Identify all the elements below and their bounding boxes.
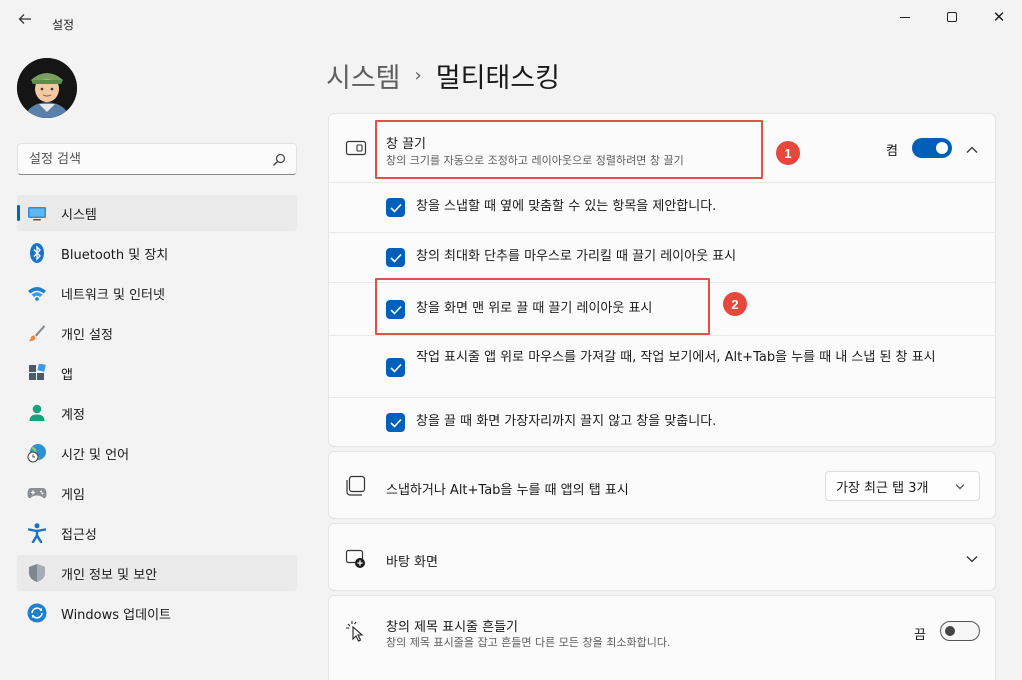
page-title: 멀티태스킹	[435, 63, 560, 94]
sidebar-item-label: 시간 및 언어	[61, 447, 130, 463]
snap-option-label: 창을 끌 때 화면 가장자리까지 끌지 않고 창을 맞춥니다.	[416, 414, 717, 429]
minimize-icon	[900, 16, 910, 18]
snap-option-label: 작업 표시줄 앱 위로 마우스를 가져갈 때, 작업 보기에서, Alt+Tab…	[416, 350, 936, 365]
shake-title: 창의 제목 표시줄 흔들기	[386, 620, 518, 635]
alt-tab-label: 스냅하거나 Alt+Tab을 누를 때 앱의 탭 표시	[386, 483, 629, 498]
globe-clock-icon	[27, 443, 47, 463]
system-monitor-icon	[27, 203, 47, 223]
desktops-icon	[345, 547, 367, 569]
show-snapped-windows-checkbox[interactable]	[386, 358, 405, 377]
paintbrush-icon	[27, 323, 47, 343]
bluetooth-icon	[27, 243, 47, 263]
sidebar-item-bluetooth[interactable]: Bluetooth 및 장치	[17, 235, 297, 271]
app-tabs-icon	[345, 475, 367, 497]
sidebar-item-windows-update[interactable]: Windows 업데이트	[17, 595, 297, 631]
snap-option-row: 창을 스냅할 때 옆에 맞춤할 수 있는 항목을 제안합니다.	[329, 182, 995, 232]
sidebar-item-privacy[interactable]: 개인 정보 및 보안	[17, 555, 297, 591]
snap-without-edge-checkbox[interactable]	[386, 413, 405, 432]
alt-tab-select-value: 가장 최근 탭 3개	[836, 480, 929, 496]
annotation-badge: 2	[723, 292, 747, 316]
sidebar-item-accounts[interactable]: 계정	[17, 395, 297, 431]
app-title: 설정	[52, 18, 75, 32]
annotation-box	[375, 278, 710, 335]
title-bar-shake-card: 창의 제목 표시줄 흔들기 창의 제목 표시줄을 잡고 흔들면 다른 모든 창을…	[328, 595, 996, 680]
alt-tab-card: 스냅하거나 Alt+Tab을 누를 때 앱의 탭 표시 가장 최근 탭 3개	[328, 451, 996, 519]
chevron-up-icon[interactable]	[965, 142, 979, 156]
snap-suggest-checkbox[interactable]	[386, 198, 405, 217]
gamepad-icon	[27, 483, 47, 503]
sidebar-item-time-language[interactable]: 시간 및 언어	[17, 435, 297, 471]
sidebar-item-label: Bluetooth 및 장치	[61, 247, 169, 263]
sidebar-item-label: 접근성	[61, 527, 97, 543]
desktops-label: 바탕 화면	[386, 555, 438, 570]
sidebar-item-label: 계정	[61, 407, 85, 423]
accessibility-icon	[27, 523, 47, 543]
sidebar-item-label: Windows 업데이트	[61, 607, 172, 623]
breadcrumb-separator: ›	[414, 65, 422, 86]
update-icon	[27, 603, 47, 623]
shield-icon	[27, 563, 47, 583]
breadcrumb-parent[interactable]: 시스템	[326, 56, 401, 95]
sidebar-nav: 시스템 Bluetooth 및 장치 네트워크 및 인터넷 개인 설정 앱 계정…	[17, 195, 297, 635]
sidebar-item-gaming[interactable]: 게임	[17, 475, 297, 511]
sidebar-item-accessibility[interactable]: 접근성	[17, 515, 297, 551]
search-box[interactable]	[17, 143, 297, 175]
alt-tab-select[interactable]: 가장 최근 탭 3개	[825, 471, 980, 501]
snap-option-row: 작업 표시줄 앱 위로 마우스를 가져갈 때, 작업 보기에서, Alt+Tab…	[329, 335, 995, 397]
chevron-down-icon[interactable]	[965, 551, 979, 565]
search-icon[interactable]	[272, 152, 286, 166]
sidebar-item-label: 시스템	[61, 207, 97, 223]
avatar[interactable]	[17, 58, 77, 118]
snap-option-label: 창의 최대화 단추를 마우스로 가리킬 때 끌기 레이아웃 표시	[416, 249, 737, 264]
chevron-down-icon	[954, 480, 968, 494]
person-icon	[27, 403, 47, 423]
sidebar-item-label: 개인 정보 및 보안	[61, 567, 158, 583]
sidebar-item-label: 게임	[61, 487, 85, 503]
sidebar-item-label: 네트워크 및 인터넷	[61, 287, 165, 303]
sidebar-item-apps[interactable]: 앱	[17, 355, 297, 391]
snap-window-icon	[345, 137, 367, 159]
shake-description: 창의 제목 표시줄을 잡고 흔들면 다른 모든 창을 최소화합니다.	[386, 636, 671, 649]
desktops-card[interactable]: 바탕 화면	[328, 523, 996, 591]
search-input[interactable]	[18, 144, 258, 174]
maximize-icon	[947, 12, 957, 22]
close-button[interactable]: ✕	[976, 0, 1022, 34]
shake-toggle[interactable]	[940, 621, 980, 641]
sidebar-item-personalization[interactable]: 개인 설정	[17, 315, 297, 351]
shake-cursor-icon	[345, 620, 367, 642]
close-icon: ✕	[992, 8, 1006, 26]
snap-option-label: 창을 스냅할 때 옆에 맞춤할 수 있는 항목을 제안합니다.	[416, 199, 717, 214]
sidebar-item-label: 앱	[61, 367, 73, 383]
shake-toggle-label: 끔	[914, 628, 926, 643]
snap-windows-toggle[interactable]	[912, 138, 952, 158]
sidebar-item-label: 개인 설정	[61, 327, 113, 343]
maximize-button[interactable]	[929, 0, 975, 34]
sidebar-item-system[interactable]: 시스템	[17, 195, 297, 231]
apps-icon	[27, 363, 47, 383]
minimize-button[interactable]	[882, 0, 928, 34]
sidebar-item-network[interactable]: 네트워크 및 인터넷	[17, 275, 297, 311]
arrow-left-icon[interactable]	[12, 8, 38, 34]
breadcrumb: 시스템 › 멀티태스킹	[326, 56, 560, 95]
snap-option-row: 창을 끌 때 화면 가장자리까지 끌지 않고 창을 맞춥니다.	[329, 397, 995, 447]
wifi-icon	[27, 283, 47, 303]
snap-toggle-label: 켬	[886, 144, 898, 159]
snap-option-row: 창의 최대화 단추를 마우스로 가리킬 때 끌기 레이아웃 표시	[329, 232, 995, 282]
title-bar: 설정 ✕	[0, 0, 1022, 40]
annotation-badge: 1	[776, 141, 800, 165]
maximize-hover-layout-checkbox[interactable]	[386, 248, 405, 267]
annotation-box	[375, 120, 763, 179]
